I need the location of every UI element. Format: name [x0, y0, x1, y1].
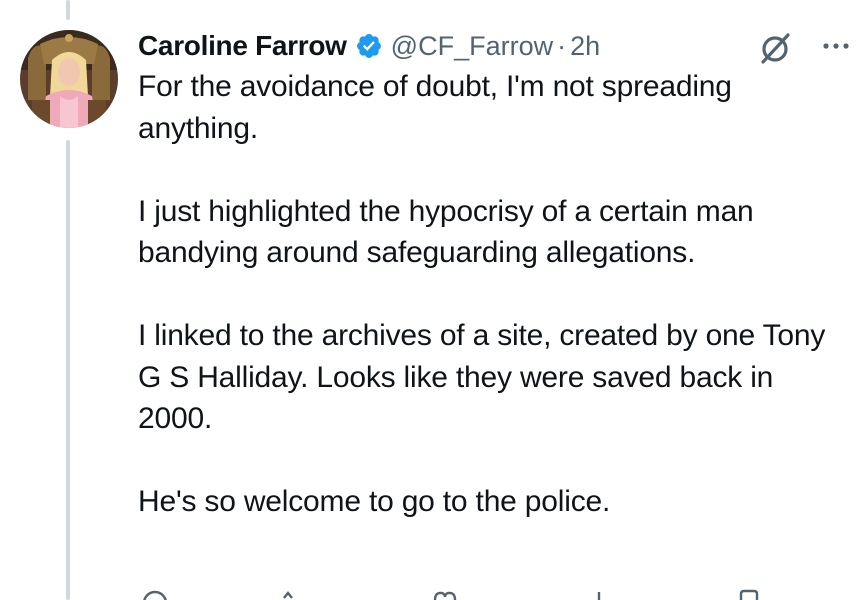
- reply-icon[interactable]: [140, 588, 170, 600]
- more-options-icon[interactable]: [818, 34, 858, 58]
- tweet-paragraph: He's so welcome to go to the police.: [138, 485, 611, 518]
- tweet-header: Caroline Farrow @CF_Farrow · 2h: [138, 26, 600, 66]
- tweet-paragraph: I just highlighted the hypocrisy of a ce…: [138, 194, 754, 270]
- tweet-container: Caroline Farrow @CF_Farrow · 2h For the …: [0, 0, 866, 600]
- verified-badge-icon: [355, 32, 383, 60]
- repost-icon[interactable]: [278, 588, 308, 600]
- thread-line-top: [66, 0, 70, 20]
- tweet-actions: [138, 588, 838, 600]
- separator-dot: ·: [557, 30, 567, 61]
- author-handle[interactable]: @CF_Farrow: [391, 31, 553, 62]
- bookmark-icon[interactable]: [734, 588, 764, 600]
- tweet-paragraph: I linked to the archives of a site, crea…: [138, 319, 826, 435]
- views-icon[interactable]: [584, 588, 614, 600]
- like-icon[interactable]: [430, 588, 460, 600]
- tweet-paragraph: For the avoidance of doubt, I'm not spre…: [138, 70, 732, 145]
- tweet-text: For the avoidance of doubt, I'm not spre…: [138, 66, 848, 523]
- author-name[interactable]: Caroline Farrow: [138, 30, 347, 62]
- grok-icon[interactable]: [758, 30, 794, 66]
- thread-line-bottom: [66, 140, 70, 600]
- timestamp[interactable]: 2h: [570, 31, 600, 62]
- avatar[interactable]: [20, 30, 118, 128]
